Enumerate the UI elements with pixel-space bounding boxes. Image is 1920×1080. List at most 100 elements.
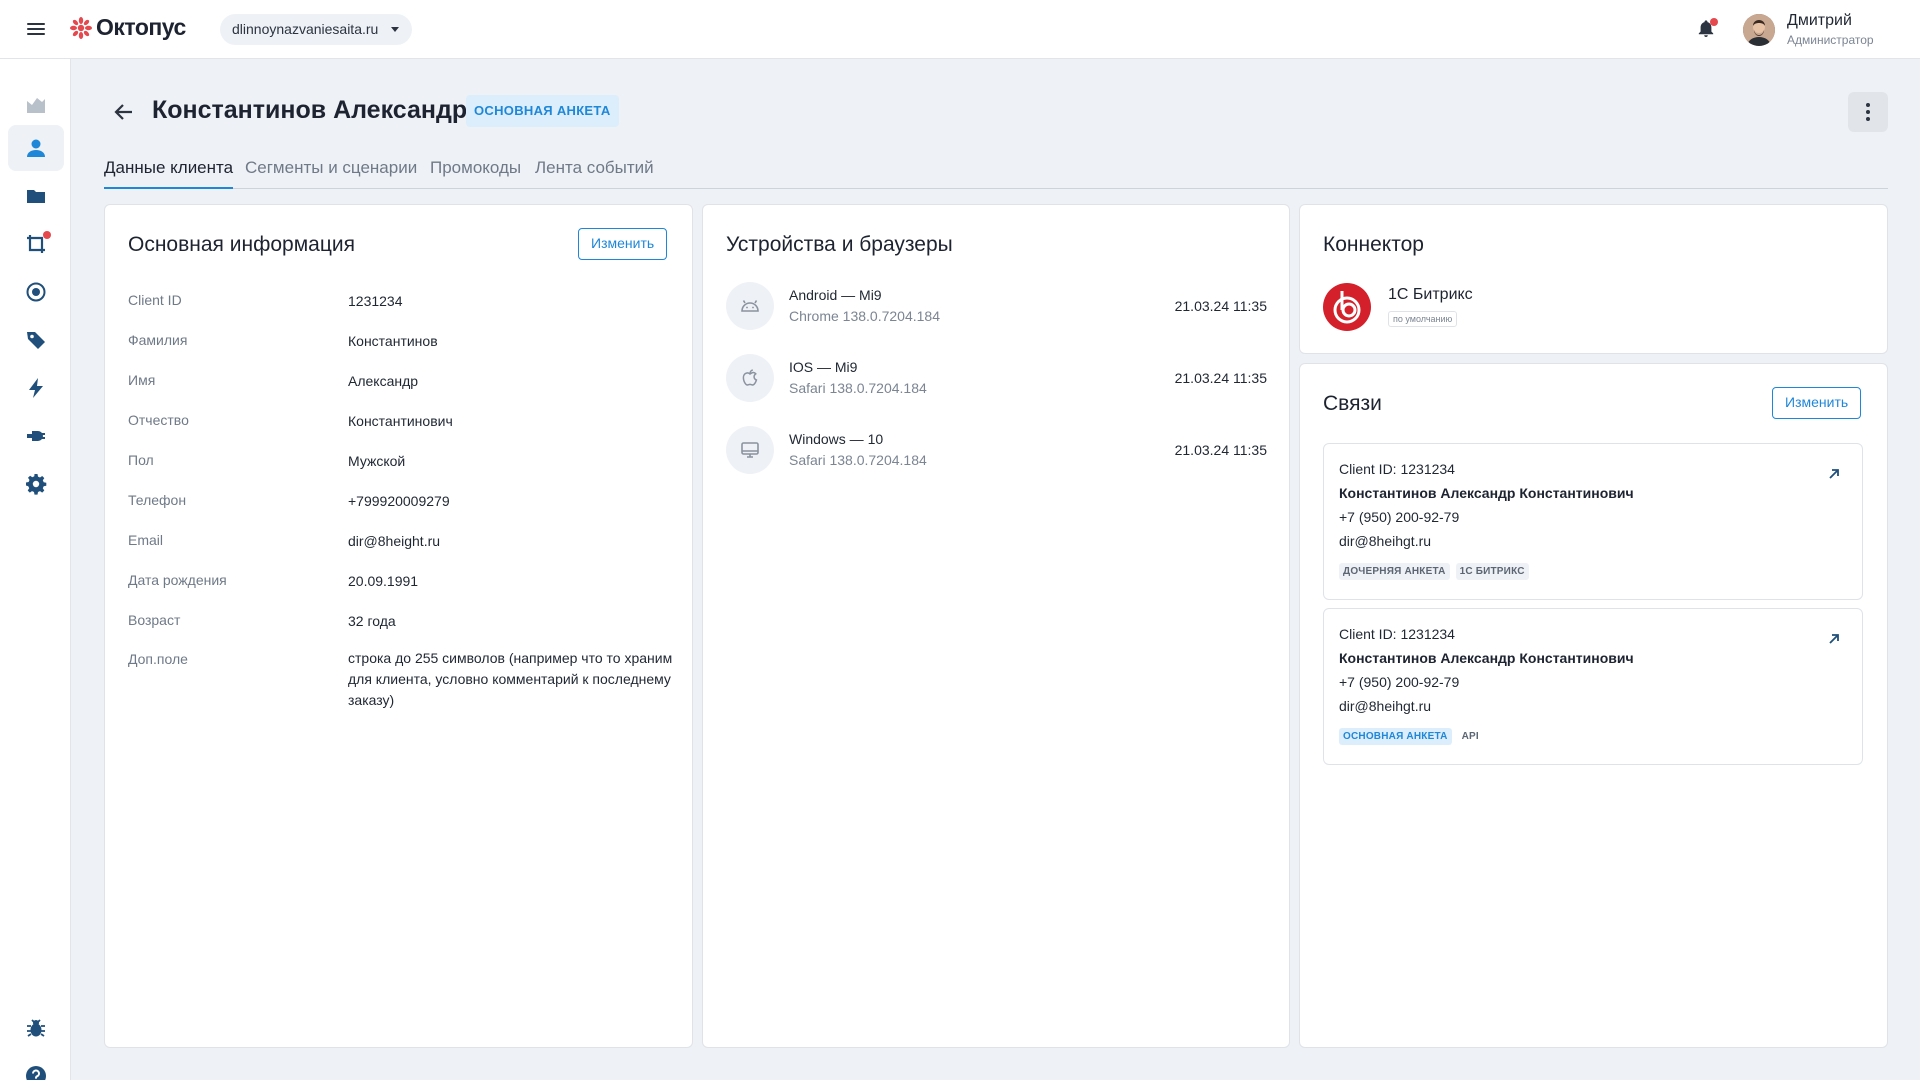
bug-icon: [27, 1019, 45, 1037]
linked-client-tags: ДОЧЕРНЯЯ АНКЕТА 1С БИТРИКС: [1339, 563, 1529, 580]
desktop-icon: [741, 442, 759, 458]
notifications-bell-icon[interactable]: [1697, 18, 1718, 40]
user-role: Администратор: [1787, 33, 1874, 47]
sidebar-badge: [43, 231, 51, 239]
field-label: Отчество: [128, 412, 189, 428]
field-label: Имя: [128, 372, 156, 388]
sidebar-item-folders[interactable]: [8, 173, 64, 219]
device-icon-wrap: [726, 426, 774, 474]
field-value: dir@8height.ru: [348, 533, 441, 549]
device-time: 21.03.24 11:35: [1174, 442, 1267, 458]
help-icon: [26, 1066, 46, 1080]
field-value: 32 года: [348, 613, 396, 629]
field-label: Телефон: [128, 492, 187, 508]
user-name: Дмитрий: [1787, 12, 1852, 29]
card-title: Связи: [1323, 392, 1382, 415]
avatar[interactable]: [1743, 14, 1775, 46]
analytics-icon: [27, 98, 45, 113]
edit-links-button[interactable]: Изменить: [1772, 387, 1862, 419]
field-label: Дата рождения: [128, 572, 227, 588]
field-value: 20.09.1991: [348, 573, 419, 589]
open-external-icon[interactable]: [1828, 633, 1840, 645]
more-vertical-icon: [1866, 102, 1870, 123]
sidebar-item-integrations[interactable]: [8, 413, 64, 459]
device-browser: Safari 138.0.7204.184: [789, 452, 927, 468]
default-tag: по умолчанию: [1388, 311, 1458, 327]
logo[interactable]: Октопус: [70, 14, 186, 41]
sidebar-item-frames[interactable]: [8, 221, 64, 267]
devices-card: Устройства и браузеры Android — Mi9 Chro…: [702, 204, 1290, 1048]
bitrix-logo-icon: [1323, 283, 1371, 331]
sidebar: [0, 59, 71, 1080]
linked-client-id: Client ID: 1231234: [1339, 461, 1455, 477]
device-browser: Safari 138.0.7204.184: [789, 380, 927, 396]
field-value: Константинов: [348, 333, 438, 349]
field-value: Мужской: [348, 453, 406, 469]
device-browser: Chrome 138.0.7204.184: [789, 308, 940, 324]
sidebar-item-triggers[interactable]: [8, 365, 64, 411]
apple-icon: [742, 369, 758, 386]
links-card: Связи Изменить Client ID: 1231234 Конста…: [1299, 363, 1888, 1048]
device-time: 21.03.24 11:35: [1174, 298, 1267, 314]
android-icon: [741, 300, 759, 312]
field-label: Client ID: [128, 292, 182, 308]
sidebar-item-target[interactable]: [8, 269, 64, 315]
sidebar-item-help[interactable]: [8, 1053, 64, 1080]
open-external-icon[interactable]: [1828, 468, 1840, 480]
tab-client-data[interactable]: Данные клиента: [104, 158, 234, 189]
top-bar: Октопус dlinnoynazvaniesaita.ru Дмитрий …: [0, 0, 1920, 59]
linked-profile-card: Client ID: 1231234 Константинов Александ…: [1323, 608, 1863, 765]
site-select[interactable]: dlinnoynazvaniesaita.ru: [220, 14, 413, 45]
linked-client-id: Client ID: 1231234: [1339, 626, 1455, 642]
target-icon: [26, 282, 46, 302]
sidebar-item-analytics[interactable]: [8, 81, 64, 127]
card-title: Коннектор: [1323, 233, 1424, 256]
card-title: Устройства и браузеры: [726, 233, 953, 256]
linked-client-tags: ОСНОВНАЯ АНКЕТА API: [1339, 728, 1483, 745]
device-name: IOS — Mi9: [789, 359, 858, 375]
sidebar-item-tags[interactable]: [8, 317, 64, 363]
field-value: Константинович: [348, 413, 453, 429]
field-label: Возраст: [128, 612, 181, 628]
device-icon-wrap: [726, 282, 774, 330]
source-tag: 1С БИТРИКС: [1455, 563, 1529, 580]
tab-promocodes[interactable]: Промокоды: [430, 158, 521, 189]
octopus-logo-icon: [70, 16, 92, 39]
linked-client-email: dir@8heihgt.ru: [1339, 533, 1432, 549]
more-options-button[interactable]: [1848, 92, 1888, 132]
gear-icon: [26, 474, 47, 495]
menu-icon[interactable]: [24, 20, 48, 40]
notification-badge: [1710, 18, 1718, 26]
edit-info-button[interactable]: Изменить: [578, 228, 668, 260]
profile-tag: ДОЧЕРНЯЯ АНКЕТА: [1339, 563, 1450, 580]
device-icon-wrap: [726, 354, 774, 402]
profile-type-badge: ОСНОВНАЯ АНКЕТА: [466, 95, 619, 127]
tag-icon: [27, 332, 45, 349]
page-title: Константинов Александр: [152, 96, 468, 124]
linked-client-phone: +7 (950) 200-92-79: [1339, 509, 1460, 525]
sidebar-item-clients[interactable]: [8, 125, 64, 171]
lightning-icon: [29, 378, 43, 398]
tab-bar: Данные клиента Сегменты и сценарии Промо…: [104, 158, 1888, 189]
card-title: Основная информация: [128, 233, 355, 256]
folder-icon: [27, 190, 45, 203]
field-label: Фамилия: [128, 332, 188, 348]
tab-event-feed[interactable]: Лента событий: [535, 158, 654, 189]
linked-client-name: Константинов Александр Константинович: [1339, 485, 1634, 501]
tab-segments[interactable]: Сегменты и сценарии: [245, 158, 417, 189]
site-select-value: dlinnoynazvaniesaita.ru: [232, 21, 379, 37]
logo-text: Октопус: [96, 14, 186, 40]
connector-name: 1С Битрикс: [1388, 286, 1473, 303]
device-name: Android — Mi9: [789, 287, 882, 303]
plug-icon: [27, 431, 45, 441]
sidebar-item-debug[interactable]: [8, 1005, 64, 1051]
caret-down-icon: [391, 27, 400, 32]
source-tag: API: [1461, 731, 1479, 742]
profile-tag: ОСНОВНАЯ АНКЕТА: [1339, 728, 1452, 745]
field-value: строка до 255 символов (например что то …: [348, 650, 673, 708]
sidebar-item-settings[interactable]: [8, 461, 64, 507]
back-arrow-icon[interactable]: [112, 100, 136, 124]
linked-client-email: dir@8heihgt.ru: [1339, 698, 1432, 714]
field-value: 1231234: [348, 293, 403, 309]
linked-profile-card: Client ID: 1231234 Константинов Александ…: [1323, 443, 1863, 600]
